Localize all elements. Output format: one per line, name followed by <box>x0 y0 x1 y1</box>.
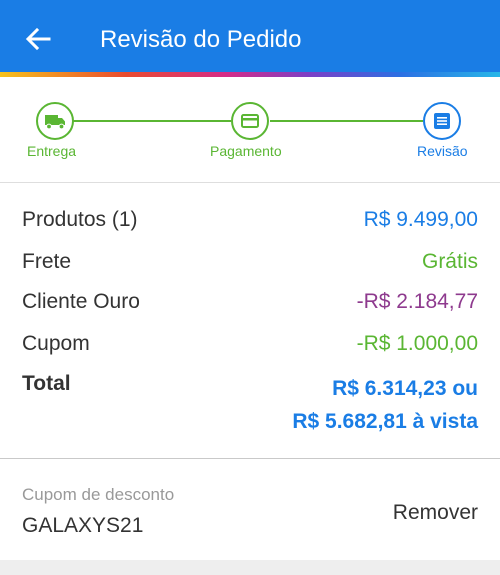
products-label: Produtos (1) <box>22 208 138 231</box>
step-connector <box>73 120 231 122</box>
divider <box>0 182 500 183</box>
checkout-stepper: Entrega Pagamento Revisão <box>0 77 500 182</box>
gold-client-label: Cliente Ouro <box>22 290 140 313</box>
summary-row-total: Total R$ 6.314,23 ou R$ 5.682,81 à vista <box>22 372 478 436</box>
shipping-value: Grátis <box>421 250 478 273</box>
coupon-code: GALAXYS21 <box>22 514 144 537</box>
step-label-revisao: Revisão <box>417 143 468 159</box>
step-label-entrega: Entrega <box>27 143 77 159</box>
back-button[interactable] <box>22 22 56 56</box>
summary-row-coupon: Cupom -R$ 1.000,00 <box>22 332 478 364</box>
truck-icon <box>45 115 65 130</box>
gold-client-value: -R$ 2.184,77 <box>356 290 478 313</box>
summary-row-products: Produtos (1) R$ 9.499,00 <box>22 208 478 240</box>
remove-coupon-button[interactable]: Remover <box>393 501 478 525</box>
total-label: Total <box>22 372 71 395</box>
summary-row-shipping: Frete Grátis <box>22 250 478 282</box>
credit-card-icon <box>241 114 259 128</box>
coupon-discount-value: -R$ 1.000,00 <box>356 332 478 355</box>
coupon-discount-label: Cupom <box>22 332 90 355</box>
arrow-left-icon <box>25 27 51 51</box>
coupon-section: Cupom de desconto GALAXYS21 Remover <box>0 459 500 560</box>
bottom-spacer <box>0 560 500 575</box>
step-connector <box>270 120 423 122</box>
app-bar: Revisão do Pedido <box>0 0 500 74</box>
page-title: Revisão do Pedido <box>100 26 302 53</box>
total-value: R$ 6.314,23 ou R$ 5.682,81 à vista <box>292 372 478 438</box>
step-entrega[interactable] <box>36 102 74 140</box>
list-icon <box>434 113 450 129</box>
step-pagamento[interactable] <box>231 102 269 140</box>
summary-row-gold-client: Cliente Ouro -R$ 2.184,77 <box>22 290 478 322</box>
total-cash-value: R$ 5.682,81 à vista <box>292 410 478 433</box>
total-installments-value: R$ 6.314,23 ou <box>332 377 478 400</box>
products-value: R$ 9.499,00 <box>363 208 478 231</box>
step-label-pagamento: Pagamento <box>210 143 282 159</box>
step-revisao[interactable] <box>423 102 461 140</box>
coupon-field-label: Cupom de desconto <box>22 485 175 504</box>
shipping-label: Frete <box>22 250 72 273</box>
